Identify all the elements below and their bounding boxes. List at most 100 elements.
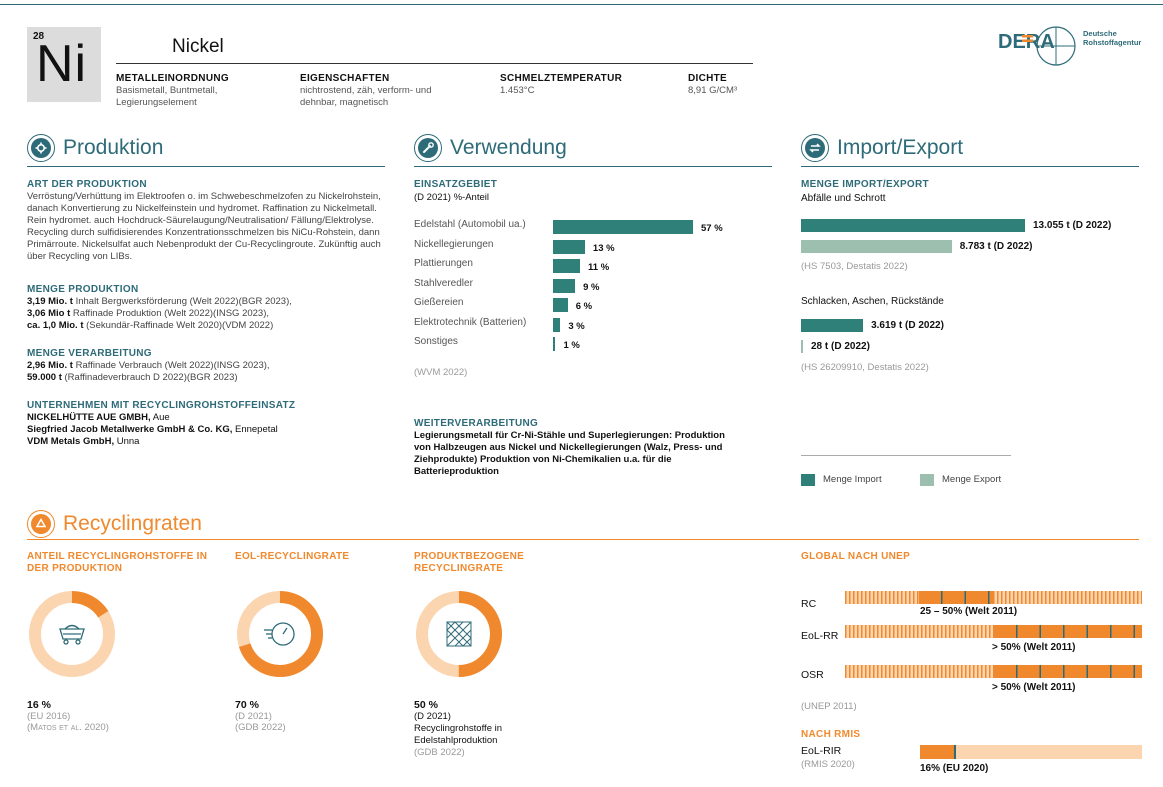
section-rule <box>27 166 385 167</box>
produkt-donut <box>414 589 504 682</box>
usage-bar-row: Sonstiges 1 % <box>414 336 744 354</box>
import-bar <box>801 219 1025 232</box>
property-value: 8,91 G/CM³ <box>688 85 738 96</box>
unep-row-value: > 50% (Welt 2011) <box>992 682 1076 693</box>
menge-line: 3,19 Mio. t Inhalt Bergwerksförderung (W… <box>27 296 292 307</box>
dera-logo: DERA <box>998 24 1080 71</box>
art-heading: ART DER PRODUKTION <box>27 179 147 190</box>
property-heading: SCHMELZTEMPERATUR <box>500 73 623 84</box>
usage-bar-row: Elektrotechnik (Batterien) 3 % <box>414 317 744 335</box>
produkt-note: Recyclingrohstoffe in Edelstahlproduktio… <box>414 723 503 746</box>
property-heading: DICHTE <box>688 73 728 84</box>
usage-bar-value: 11 % <box>588 262 610 273</box>
legend-label: Menge Import <box>823 474 882 485</box>
anteil-source-1: (EU 2016) <box>27 711 71 722</box>
section-header-importexport: Import/Export <box>801 134 963 162</box>
exchange-icon <box>801 134 829 162</box>
unep-row-label: EoL-RR <box>801 630 839 642</box>
produkt-values: 50 % (D 2021) Recyclingrohstoffe in Edel… <box>414 699 534 758</box>
usage-source: (WVM 2022) <box>414 367 468 378</box>
section-rule <box>414 166 772 167</box>
usage-bar-label: Plattierungen <box>414 258 473 269</box>
section-title: Recyclingraten <box>63 512 202 535</box>
property-heading: EIGENSCHAFTEN <box>300 73 390 84</box>
usage-bar <box>553 239 585 254</box>
rmis-bar-fill <box>920 745 956 759</box>
usage-bar <box>553 278 576 293</box>
usage-bar-value: 3 % <box>568 320 585 332</box>
legend-swatch-export <box>920 474 934 486</box>
rmis-label: EoL-RIR <box>801 745 842 757</box>
property-eigenschaften: EIGENSCHAFTEN nichtrostend, zäh, verform… <box>300 73 460 109</box>
menge-line: ca. 1,0 Mio. t (Sekundär-Raffinade Welt … <box>27 320 274 331</box>
section-header-produktion: Produktion <box>27 134 163 162</box>
group2-source: (HS 26209910, Destatis 2022) <box>801 362 929 373</box>
rmis-bar-track <box>920 745 1142 759</box>
eol-value: 70 % <box>235 699 259 711</box>
property-value: nichtrostend, zäh, verform- und dehnbar,… <box>300 85 432 108</box>
logo-line-2: Rohstoffagentur <box>1083 38 1142 47</box>
produkt-source-2: (GDB 2022) <box>414 747 465 758</box>
produkt-heading: PRODUKTBEZOGENE RECYCLINGRATE <box>414 551 525 574</box>
anteil-values: 16 % (EU 2016) (Matos et al. 2020) <box>27 699 109 733</box>
section-title: Verwendung <box>450 136 567 159</box>
property-heading: METALLEINORDNUNG <box>116 73 229 84</box>
unep-source: (UNEP 2011) <box>801 701 857 712</box>
usage-bar-label: Nickellegierungen <box>414 238 494 250</box>
unternehmen-heading: UNTERNEHMEN MIT RECYCLINGROHSTOFFEINSATZ <box>27 400 296 411</box>
usage-bar-label: Stahlveredler <box>414 277 473 289</box>
unep-bar-range <box>993 625 1142 638</box>
section-title: Produktion <box>63 136 164 159</box>
unternehmen-list: NICKELHÜTTE AUE GMBH, Aue Siegfried Jaco… <box>27 412 385 448</box>
eol-source-1: (D 2021) <box>235 711 272 722</box>
top-rule <box>0 4 1163 5</box>
usage-bar-row: Gießereien 6 % <box>414 297 744 315</box>
legend-export: Menge Export <box>920 474 1001 486</box>
usage-bar-label: Sonstiges <box>414 336 458 347</box>
unep-row-value: > 50% (Welt 2011) <box>992 642 1076 653</box>
usage-bar <box>553 298 568 312</box>
usage-bar-row: Nickellegierungen 13 % <box>414 239 744 257</box>
usage-bar-value: 57 % <box>701 223 723 234</box>
produktion-content: ART DER PRODUKTION Verröstung/Verhüttung… <box>27 179 385 448</box>
usage-bar-value: 13 % <box>592 242 615 254</box>
art-text: Verröstung/Verhüttung im Elektroofen o. … <box>27 191 381 262</box>
wrench-icon <box>414 134 442 162</box>
unep-bar-osr <box>845 665 1142 678</box>
unep-bar-rc <box>845 591 1142 604</box>
legend-rule <box>801 455 1011 456</box>
anteil-heading: ANTEIL RECYCLINGROHSTOFFE IN DER PRODUKT… <box>27 551 208 574</box>
menge-heading: MENGE PRODUKTION <box>27 284 139 295</box>
legend-label: Menge Export <box>942 474 1002 485</box>
rmis-heading: NACH RMIS <box>801 729 861 740</box>
usage-bar-value: 9 % <box>583 281 600 293</box>
rmis-value: 16% (EU 2020) <box>920 763 989 774</box>
property-schmelztemperatur: SCHMELZTEMPERATUR 1.453°C <box>500 73 660 97</box>
unep-bar-range <box>993 665 1142 678</box>
group2-title: Schlacken, Aschen, Rückstände <box>801 296 944 307</box>
property-value: 1.453°C <box>500 85 535 96</box>
anteil-donut <box>27 589 117 682</box>
verarbeitung-list: 2,96 Mio. t Raffinade Verbrauch (Welt 20… <box>27 360 385 384</box>
importexport-heading: MENGE IMPORT/EXPORT <box>801 179 929 190</box>
gear-icon <box>27 134 55 162</box>
unep-bar-eolrr <box>845 625 1142 638</box>
unep-row-value: 25 – 50% (Welt 2011) <box>920 606 1018 617</box>
import-value: 13.055 t (D 2022) <box>1033 220 1112 231</box>
menge-list: 3,19 Mio. t Inhalt Bergwerksförderung (W… <box>27 296 385 332</box>
usage-bar-row: Plattierungen 11 % <box>414 258 744 276</box>
group1-source: (HS 7503, Destatis 2022) <box>801 261 908 272</box>
menge-line: 3,06 Mio t Raffinade Produktion (Welt 20… <box>27 308 270 319</box>
unep-heading: GLOBAL NACH UNEP <box>801 551 911 562</box>
recycle-icon <box>27 510 55 538</box>
steel-plate-icon <box>446 621 472 647</box>
export-bar <box>801 240 952 253</box>
section-header-verwendung: Verwendung <box>414 134 567 162</box>
weiterverarbeitung-heading: WEITERVERARBEITUNG <box>414 418 539 429</box>
usage-bar <box>553 337 556 351</box>
legend-swatch-import <box>801 474 815 486</box>
einsatzgebiet-heading: EINSATZGEBIET <box>414 179 498 190</box>
element-symbol: Ni <box>36 35 88 93</box>
page-title: Nickel <box>172 36 224 57</box>
usage-bar <box>553 317 561 332</box>
